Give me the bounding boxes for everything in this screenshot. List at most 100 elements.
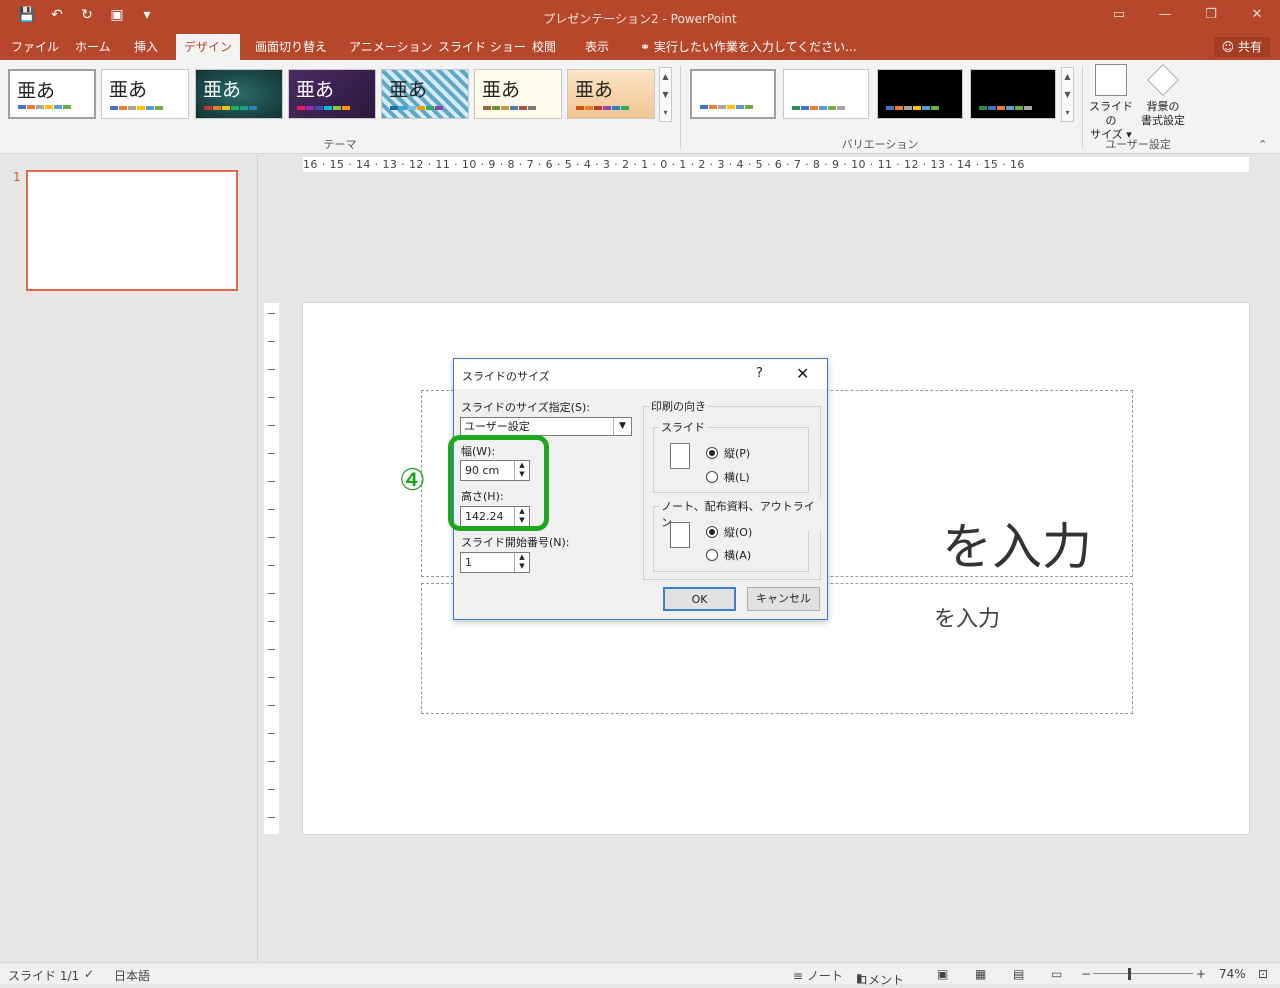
restore-icon[interactable]: ❐ xyxy=(1188,0,1234,30)
tab-home[interactable]: ホーム xyxy=(67,34,119,60)
theme-retrospect[interactable]: 亜あ xyxy=(474,69,562,119)
ok-button[interactable]: OK xyxy=(663,587,736,611)
ribbon-display-icon[interactable]: ▭ xyxy=(1096,0,1142,30)
orientation-label: 印刷の向き xyxy=(649,398,708,414)
vertical-ruler-tick xyxy=(268,733,275,734)
divider xyxy=(1082,66,1083,148)
slide-size-select[interactable]: ユーザー設定 ▼ xyxy=(460,417,632,436)
vertical-ruler xyxy=(264,303,279,834)
zoom-in-icon[interactable]: + xyxy=(1196,967,1206,981)
theme-sample-text: 亜あ xyxy=(109,79,148,101)
slides-portrait-radio[interactable]: 縦(P) xyxy=(706,445,750,461)
theme-sample-text: 亜あ xyxy=(296,79,335,101)
notes-landscape-radio[interactable]: 横(A) xyxy=(706,547,751,563)
variant-2[interactable] xyxy=(783,69,869,119)
normal-view-icon[interactable]: ▣ xyxy=(937,967,948,981)
theme-colors xyxy=(204,106,257,110)
tab-insert[interactable]: 挿入 xyxy=(126,34,166,60)
variant-colors xyxy=(886,106,939,110)
tab-transitions[interactable]: 画面切り替え xyxy=(247,34,335,60)
tab-slideshow[interactable]: スライド ショー xyxy=(430,34,534,60)
title-placeholder-text: を入力 xyxy=(942,518,1092,576)
fit-to-window-icon[interactable]: ⊡ xyxy=(1258,967,1268,981)
variant-1[interactable] xyxy=(690,69,776,119)
radio-selected-icon xyxy=(706,447,718,459)
status-bar: スライド 1/1 ✓ 日本語 ≡ ノート ▮ コメント ▣ ▦ ▤ ▭ − + … xyxy=(0,962,1280,987)
vertical-ruler-tick xyxy=(268,677,275,678)
tab-file[interactable]: ファイル xyxy=(3,34,67,60)
theme-ion-board[interactable]: 亜あ xyxy=(288,69,376,119)
close-icon[interactable]: ✕ xyxy=(1234,0,1280,30)
radio-icon xyxy=(706,549,718,561)
slide-indicator: スライド 1/1 xyxy=(8,969,80,983)
start-number-stepper[interactable]: ▲ ▼ xyxy=(514,553,529,572)
vertical-ruler-tick xyxy=(268,425,275,426)
share-button[interactable]: ☺ 共有 xyxy=(1213,37,1270,57)
slide-thumbnail-1[interactable] xyxy=(26,170,238,291)
theme-sample-text: 亜あ xyxy=(575,79,614,101)
theme-ion[interactable]: 亜あ xyxy=(195,69,283,119)
slide-sorter-icon[interactable]: ▦ xyxy=(975,967,986,981)
language-indicator[interactable]: 日本語 xyxy=(114,967,150,984)
vertical-ruler-tick xyxy=(268,453,275,454)
notes-button[interactable]: ≡ ノート xyxy=(793,967,843,984)
vertical-ruler-tick xyxy=(268,369,275,370)
window-title: プレゼンテーション2 - PowerPoint xyxy=(543,12,737,26)
theme-wood[interactable]: 亜あ xyxy=(567,69,655,119)
slide-size-button[interactable]: スライドの サイズ ▾ xyxy=(1087,64,1135,142)
collapse-ribbon-icon[interactable]: ⌃ xyxy=(1258,138,1267,151)
divider xyxy=(680,66,681,148)
themes-scroll[interactable]: ▲ ▼ ▾ xyxy=(659,67,672,122)
theme-colors xyxy=(576,106,629,110)
theme-colors xyxy=(297,106,350,110)
vertical-ruler-tick xyxy=(268,565,275,566)
slides-landscape-label: 横(L) xyxy=(724,471,750,484)
group-label-variants: バリエーション xyxy=(841,138,919,151)
minimize-icon[interactable]: — xyxy=(1142,0,1188,30)
tab-view[interactable]: 表示 xyxy=(577,34,617,60)
chevron-down-icon: ▼ xyxy=(613,418,631,435)
slide-size-label-1: スライドの xyxy=(1089,100,1133,127)
tab-animations[interactable]: アニメーション xyxy=(341,34,441,60)
vertical-ruler-tick xyxy=(268,313,275,314)
ribbon-tabs: ファイル ホーム 挿入 デザイン 画面切り替え アニメーション スライド ショー… xyxy=(0,34,1280,60)
dialog-close-button[interactable]: ✕ xyxy=(796,364,809,383)
slide-size-value: ユーザー設定 xyxy=(464,420,530,433)
start-number-value: 1 xyxy=(465,556,472,569)
zoom-out-icon[interactable]: − xyxy=(1081,967,1091,981)
theme-office-2[interactable]: 亜あ xyxy=(101,69,189,119)
theme-office[interactable]: 亜あ xyxy=(8,69,96,119)
start-number-input[interactable]: 1 ▲ ▼ xyxy=(460,552,530,573)
notes-portrait-radio[interactable]: 縦(O) xyxy=(706,524,752,540)
vertical-ruler-tick xyxy=(268,509,275,510)
tab-review[interactable]: 校閲 xyxy=(524,34,564,60)
theme-pattern[interactable]: 亜あ xyxy=(381,69,469,119)
vertical-ruler-tick xyxy=(268,341,275,342)
tell-me-search[interactable]: ⚭ 実行したい作業を入力してください... xyxy=(632,34,865,60)
cancel-button[interactable]: キャンセル xyxy=(747,587,820,611)
slideshow-icon[interactable]: ▭ xyxy=(1051,967,1062,981)
slides-landscape-radio[interactable]: 横(L) xyxy=(706,469,750,485)
slide-number: 1 xyxy=(13,170,21,184)
variants-scroll[interactable]: ▲ ▼ ▾ xyxy=(1061,67,1074,122)
zoom-slider-thumb[interactable] xyxy=(1128,968,1131,980)
vertical-ruler-tick xyxy=(268,397,275,398)
reading-view-icon[interactable]: ▤ xyxy=(1013,967,1024,981)
vertical-ruler-tick xyxy=(268,621,275,622)
tab-design[interactable]: デザイン xyxy=(176,34,240,60)
spellcheck-icon[interactable]: ✓ xyxy=(84,967,94,981)
format-background-button[interactable]: 背景の 書式設定 xyxy=(1137,64,1189,128)
zoom-level[interactable]: 74% xyxy=(1219,967,1246,981)
theme-colors xyxy=(110,106,163,110)
variant-4[interactable] xyxy=(970,69,1056,119)
subtitle-placeholder-text: を入力 xyxy=(934,607,1001,632)
group-label-custom: ユーザー設定 xyxy=(1105,138,1171,151)
share-label: 共有 xyxy=(1237,40,1262,54)
radio-selected-icon xyxy=(706,526,718,538)
help-button[interactable]: ? xyxy=(756,366,763,381)
variant-3[interactable] xyxy=(877,69,963,119)
step-marker: ④ xyxy=(399,463,426,498)
slide-thumbnail-pane: 1 xyxy=(0,155,258,961)
zoom-slider[interactable] xyxy=(1093,973,1193,974)
horizontal-ruler: 16 · 15 · 14 · 13 · 12 · 11 · 10 · 9 · 8… xyxy=(303,157,1249,172)
